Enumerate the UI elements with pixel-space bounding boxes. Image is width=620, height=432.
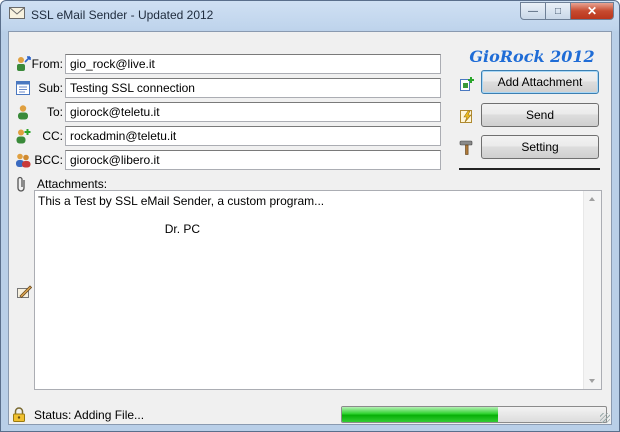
- user-add-icon: [16, 129, 31, 144]
- close-button[interactable]: ✕: [571, 2, 614, 20]
- progress-fill: [342, 407, 498, 422]
- minimize-button[interactable]: —: [520, 2, 546, 20]
- title-bar[interactable]: SSL eMail Sender - Updated 2012 — □ ✕: [1, 1, 619, 31]
- pen-edit-icon[interactable]: [16, 283, 32, 299]
- message-text[interactable]: This a Test by SSL eMail Sender, a custo…: [38, 194, 583, 236]
- to-label: To:: [46, 105, 63, 119]
- from-label: From:: [31, 57, 63, 71]
- status-bar: Status: Adding File...: [8, 403, 612, 425]
- vertical-scrollbar[interactable]: [583, 191, 601, 389]
- window-title: SSL eMail Sender - Updated 2012: [31, 8, 214, 22]
- send-button[interactable]: Send: [481, 103, 599, 127]
- paperclip-icon: [17, 176, 25, 192]
- from-row: From:: [9, 54, 63, 74]
- main-window: SSL eMail Sender - Updated 2012 — □ ✕ Fr…: [0, 0, 620, 432]
- subject-row: Sub:: [9, 78, 63, 98]
- user-icon: [18, 105, 28, 120]
- add-attachment-button[interactable]: Add Attachment: [481, 70, 599, 94]
- separator-line: [459, 168, 600, 170]
- to-row: To:: [9, 102, 63, 122]
- users-icon: [16, 153, 31, 168]
- resize-grip[interactable]: [600, 413, 610, 423]
- setting-button[interactable]: Setting: [481, 135, 599, 159]
- bcc-row: BCC:: [9, 150, 63, 170]
- envelope-icon: [9, 7, 25, 19]
- message-body[interactable]: This a Test by SSL eMail Sender, a custo…: [34, 190, 602, 390]
- status-text: Status: Adding File...: [34, 408, 145, 422]
- scroll-down-arrow-icon[interactable]: [589, 379, 595, 383]
- bcc-label: BCC:: [34, 153, 63, 167]
- attachments-label: Attachments:: [37, 177, 108, 191]
- brand-title: GioRock 2012: [469, 47, 595, 66]
- client-area: From: gio_rock@live.it Sub: Testing SSL …: [8, 31, 612, 425]
- to-field[interactable]: giorock@teletu.it: [65, 102, 441, 122]
- bcc-field[interactable]: giorock@libero.it: [65, 150, 441, 170]
- scroll-up-arrow-icon[interactable]: [589, 197, 595, 201]
- from-field[interactable]: gio_rock@live.it: [65, 54, 441, 74]
- maximize-button[interactable]: □: [546, 2, 571, 20]
- cc-row: CC:: [9, 126, 63, 146]
- subject-label: Sub:: [38, 81, 63, 95]
- user-arrow-icon: [17, 56, 31, 71]
- subject-field[interactable]: Testing SSL connection: [65, 78, 441, 98]
- send-icon: [460, 110, 472, 123]
- cc-field[interactable]: rockadmin@teletu.it: [65, 126, 441, 146]
- cc-label: CC:: [42, 129, 63, 143]
- hammer-icon: [459, 140, 473, 155]
- progress-bar: [341, 406, 607, 423]
- add-attachment-icon: [460, 77, 474, 91]
- document-icon: [16, 81, 30, 95]
- lock-icon: [13, 407, 25, 422]
